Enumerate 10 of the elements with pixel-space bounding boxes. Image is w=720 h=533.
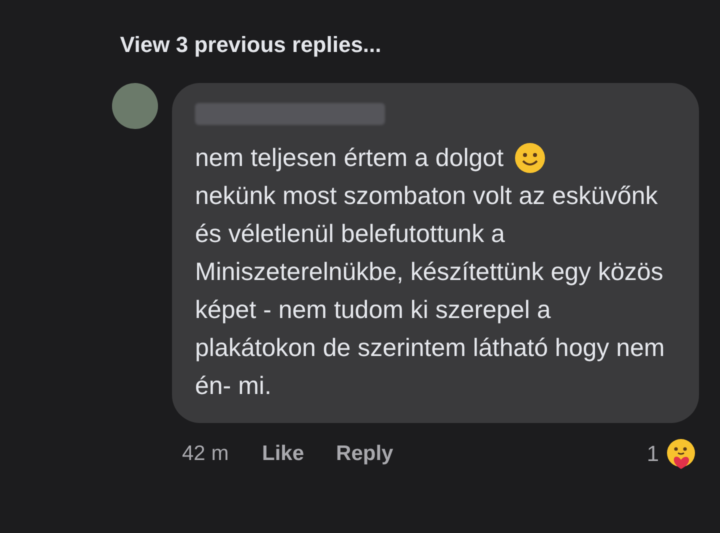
- like-button[interactable]: Like: [262, 438, 304, 470]
- comment-time: 42 m: [182, 440, 230, 467]
- comment-text: nekünk most szombaton volt az esküvőnk és véletlenül belefutottunk a Miniszeterelnükbe, készítettünk egy közös képet - nem tudom ki szerepel a plakátokon de szerintem látható hogy nem én- mi.: [195, 181, 666, 402]
- care-emoji-icon[interactable]: [665, 438, 697, 470]
- reply-button[interactable]: Reply: [336, 438, 394, 470]
- smiley-emoji-icon: [514, 142, 546, 174]
- reaction-count: 1: [646, 440, 659, 468]
- view-previous-replies-link[interactable]: View 3 previous replies...: [120, 32, 382, 57]
- comment-text: nem teljesen értem a dolgot: [195, 143, 504, 174]
- avatar-placeholder[interactable]: [112, 83, 158, 129]
